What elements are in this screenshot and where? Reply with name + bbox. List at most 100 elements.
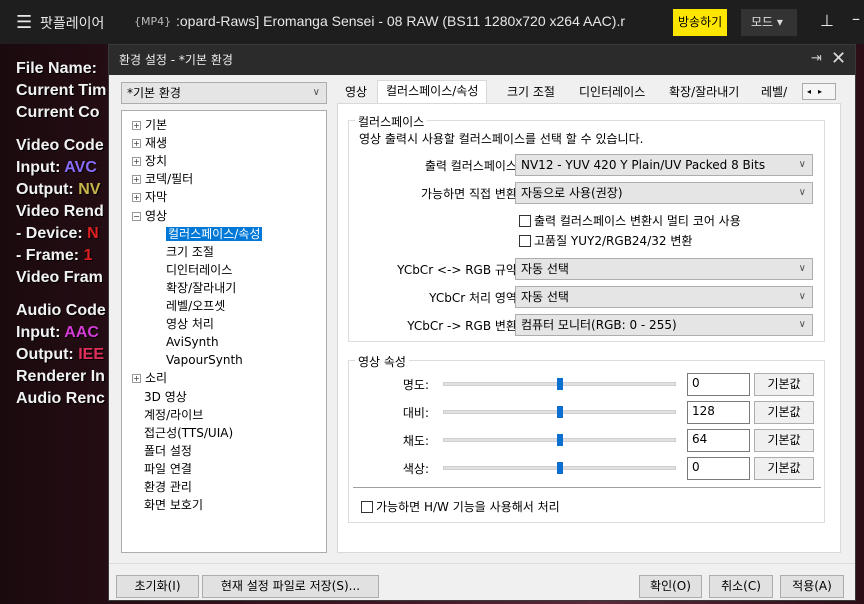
colorspace-description: 영상 출력시 사용할 컬러스페이스를 선택 할 수 있습니다. [359, 132, 644, 146]
output-colorspace-select[interactable]: NV12 - YUV 420 Y Plain/UV Packed 8 Bits ∨ [515, 154, 813, 176]
tree-item[interactable]: 크기 조절 [166, 244, 214, 260]
tree-item-label: 영상 처리 [166, 317, 214, 332]
tab[interactable]: 영상 [337, 82, 375, 103]
scroll-right-icon[interactable]: ▸ [815, 87, 825, 96]
tree-item[interactable]: 환경 관리 [144, 479, 192, 495]
cancel-button[interactable]: 취소(C) [709, 575, 773, 598]
collapse-icon[interactable]: − [132, 211, 141, 221]
tree-item[interactable]: AviSynth [166, 334, 219, 350]
tree-item-label: 영상 [145, 208, 168, 223]
default-button[interactable]: 기본값 [754, 401, 814, 424]
scroll-left-icon[interactable]: ◂ [803, 87, 815, 96]
tab[interactable]: 크기 조절 [499, 82, 563, 103]
close-icon[interactable]: ✕ [831, 48, 846, 69]
mode-button[interactable]: 모드 ▾ [741, 9, 797, 36]
osd-line: Input: AVC [16, 159, 97, 177]
slider-thumb[interactable] [556, 434, 563, 446]
default-button[interactable]: 기본값 [754, 429, 814, 452]
pin-icon[interactable]: ⊥ [820, 11, 834, 30]
preferences-dialog: 환경 설정 - *기본 환경 ⇥ ✕ *기본 환경 ∨ + 기본 + 재생 + 장치 + 코덱/… [108, 44, 856, 601]
tree-item[interactable]: + 기본 [132, 117, 167, 133]
tree-item-label: 기본 [145, 118, 168, 132]
tab[interactable]: 디인터레이스 [571, 82, 653, 103]
reset-button[interactable]: 초기화(I) [116, 575, 199, 598]
slider-label: 대비: [402, 406, 429, 420]
expand-icon[interactable]: + [132, 193, 141, 203]
checkbox-icon[interactable] [519, 235, 531, 247]
slider-label: 채도: [402, 434, 429, 448]
tree-item[interactable]: + 재생 [132, 135, 167, 151]
tree-item[interactable]: 영상 처리 [166, 316, 214, 332]
tree-item[interactable]: 계정/라이브 [144, 407, 203, 423]
dialog-title: 환경 설정 - *기본 환경 [119, 53, 233, 67]
tree-item-label: 폴더 설정 [144, 443, 192, 458]
tree-item[interactable]: VapourSynth [166, 352, 243, 368]
slider-thumb[interactable] [556, 406, 563, 418]
expand-icon[interactable]: + [132, 121, 141, 130]
tree-item[interactable]: 3D 영상 [144, 389, 187, 405]
osd-value: NV [78, 181, 101, 198]
dialog-title-bar[interactable]: 환경 설정 - *기본 환경 [109, 45, 855, 75]
osd-line: Audio Renc [16, 390, 105, 408]
default-button[interactable]: 기본값 [754, 373, 814, 396]
tree-item[interactable]: 컬러스페이스/속성 [166, 226, 263, 242]
tree-item[interactable]: 화면 보호기 [144, 497, 203, 513]
broadcast-button[interactable]: 방송하기 [673, 9, 728, 36]
tree-item[interactable]: + 자막 [132, 189, 167, 205]
pin-icon[interactable]: ⇥ [811, 51, 822, 66]
slider-thumb[interactable] [556, 378, 563, 390]
tree-item[interactable]: + 소리 [132, 370, 167, 386]
tree-item[interactable]: 확장/잘라내기 [166, 280, 236, 296]
checkbox-icon[interactable] [361, 501, 373, 513]
hw-processing-checkbox[interactable]: 가능하면 H/W 기능을 사용해서 처리 [361, 498, 560, 515]
tree-item[interactable]: 접근성(TTS/UIA) [144, 425, 233, 441]
direct-convert-select[interactable]: 자동으로 사용(권장) ∨ [515, 182, 813, 204]
preset-select[interactable]: *기본 환경 ∨ [121, 82, 327, 104]
tab[interactable]: 확장/잘라내기 [661, 82, 747, 103]
minimize-icon[interactable]: – [852, 9, 860, 28]
tree-item[interactable]: 레벨/오프셋 [166, 298, 225, 314]
tree-item[interactable]: + 코덱/필터 [132, 171, 193, 187]
app-name[interactable]: 팟플레이어 [40, 13, 104, 33]
osd-value: AVC [64, 159, 97, 176]
osd-line: Output: NV [16, 181, 100, 199]
ycbcr-range-select[interactable]: 자동 선택 ∨ [515, 286, 813, 308]
settings-tree[interactable]: + 기본 + 재생 + 장치 + 코덱/필터 + 자막 − 영상컬러스페이스/속성크기 조절디인터레이… [121, 110, 327, 553]
divider [109, 563, 855, 564]
value-input[interactable]: 128 [687, 401, 750, 424]
tree-item-label: 접근성(TTS/UIA) [144, 425, 234, 440]
expand-icon[interactable]: + [132, 157, 141, 167]
osd-line: - Frame: 1 [16, 247, 92, 265]
apply-button[interactable]: 적용(A) [780, 575, 844, 598]
expand-icon[interactable]: + [132, 374, 141, 384]
slider-thumb[interactable] [556, 462, 563, 474]
multicore-checkbox[interactable]: 출력 컬러스페이스 변환시 멀티 코어 사용 [519, 212, 741, 229]
value-input[interactable]: 64 [687, 429, 750, 452]
tree-item[interactable]: 폴더 설정 [144, 443, 192, 459]
tree-item[interactable]: 파일 연결 [144, 461, 192, 477]
checkbox-icon[interactable] [519, 215, 531, 227]
tree-item-label: 소리 [145, 371, 168, 386]
expand-icon[interactable]: + [132, 139, 141, 149]
ycbcr-rgb-select[interactable]: 컴퓨터 모니터(RGB: 0 - 255) ∨ [515, 314, 813, 336]
value-input[interactable]: 0 [687, 457, 750, 480]
tree-item-label: 환경 관리 [144, 480, 192, 494]
ycbcr-standard-select[interactable]: 자동 선택 ∨ [515, 258, 813, 280]
ok-button[interactable]: 확인(O) [639, 575, 702, 598]
tree-item[interactable]: 디인터레이스 [166, 262, 232, 278]
value-input[interactable]: 0 [687, 373, 750, 396]
save-to-file-button[interactable]: 현재 설정 파일로 저장(S)... [202, 575, 379, 598]
expand-icon[interactable]: + [132, 175, 141, 185]
tab[interactable]: 컬러스페이스/속성 [377, 80, 488, 103]
tree-item-label: 크기 조절 [166, 244, 214, 259]
hq-convert-checkbox[interactable]: 고품질 YUY2/RGB24/32 변환 [519, 232, 692, 249]
tree-item[interactable]: + 장치 [132, 153, 167, 169]
checkbox-label: 가능하면 H/W 기능을 사용해서 처리 [376, 500, 560, 514]
tab-scroll[interactable]: ◂ ▸ [802, 83, 836, 100]
select-value: 컴퓨터 모니터(RGB: 0 - 255) [521, 318, 677, 332]
tab[interactable]: 레벨/ [753, 82, 795, 103]
osd-line: Output: IEE [16, 346, 104, 364]
menu-icon[interactable]: ☰ [16, 12, 32, 33]
tree-item[interactable]: − 영상 [132, 208, 167, 224]
default-button[interactable]: 기본값 [754, 457, 814, 480]
